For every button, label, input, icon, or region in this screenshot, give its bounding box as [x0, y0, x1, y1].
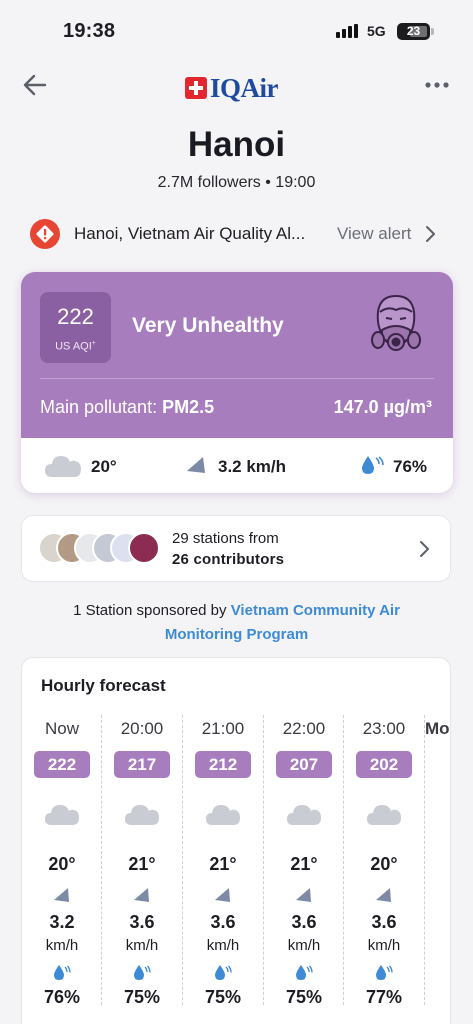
wind-icon [375, 887, 393, 903]
forecast-wind-speed: 3.6 [210, 912, 236, 932]
chevron-right-icon [418, 539, 430, 559]
forecast-humidity: 75% [204, 987, 242, 1007]
aqi-unit: US AQI+ [55, 340, 96, 353]
iqair-logo: IQAir [185, 72, 279, 104]
forecast-wind-speed: 3.6 [129, 912, 155, 932]
forecast-temperature: 21° [128, 854, 156, 874]
forecast-humidity: 76% [43, 987, 81, 1007]
humidity-icon [214, 963, 232, 981]
forecast-humidity: 75% [123, 987, 161, 1007]
forecast-wind-unit: km/h [45, 937, 79, 954]
forecast-humidity: 77% [365, 987, 403, 1007]
humidity-icon [295, 963, 313, 981]
forecast-time: 23:00 [362, 719, 406, 738]
current-wind: 3.2 km/h [218, 457, 287, 476]
cloud-icon [365, 801, 403, 827]
forecast-hour-column: 23:00 202 20° 3.6 km/h 77% [344, 715, 424, 1024]
followers-info: 2.7M followers • 19:00 [157, 174, 316, 191]
chevron-right-icon [424, 225, 436, 243]
aqi-unit-sup: + [91, 340, 96, 347]
forecast-hour-column: 21:00 212 21° 3.6 km/h 75% [183, 715, 263, 1024]
swiss-cross-icon [185, 77, 207, 99]
humidity-icon [53, 963, 71, 981]
pollutant-concentration: 147.0 µg/m³ [333, 397, 432, 417]
forecast-aqi-badge: 217 [114, 751, 170, 778]
forecast-aqi-badge: 222 [34, 751, 90, 778]
alert-icon [30, 219, 60, 249]
forecast-temperature: 21° [290, 854, 318, 874]
cloud-icon [43, 451, 83, 479]
forecast-wind-speed: 3.6 [291, 912, 317, 932]
forecast-time: 22:00 [282, 719, 326, 738]
cloud-icon [123, 801, 161, 827]
gas-mask-icon [368, 292, 424, 362]
forecast-hour-column: Now 222 20° 3.2 km/h 76% [22, 715, 102, 1024]
cloud-icon [43, 801, 81, 827]
wind-icon [214, 887, 232, 903]
wind-icon [295, 887, 313, 903]
back-arrow-icon[interactable] [20, 70, 50, 100]
cloud-icon [285, 801, 323, 827]
forecast-hour-column: 22:00 207 21° 3.6 km/h 75% [264, 715, 344, 1024]
aqi-card[interactable]: 222 US AQI+ Very Unhealthy Main pollutan… [21, 272, 453, 493]
cloud-icon [204, 801, 242, 827]
forecast-title: Hourly forecast [41, 676, 166, 695]
forecast-hour-column: 20:00 217 21° 3.6 km/h 75% [102, 715, 182, 1024]
contributor-avatars [38, 532, 160, 566]
current-temperature: 20° [91, 457, 117, 476]
current-weather: 20° 3.2 km/h 76% [21, 438, 453, 493]
forecast-aqi-badge: 212 [195, 751, 251, 778]
humidity-icon [360, 454, 384, 476]
forecast-time: 21:00 [201, 719, 245, 738]
main-pollutant: Main pollutant: PM2.5 [40, 397, 215, 417]
contributor-avatar [128, 532, 160, 564]
aqi-level-label: Very Unhealthy [132, 314, 284, 337]
wind-icon [133, 887, 151, 903]
forecast-time: Now [44, 719, 79, 738]
forecast-wind-unit: km/h [287, 937, 321, 954]
contributors-count: 26 contributors [172, 551, 285, 568]
aqi-value: 222 [57, 304, 94, 329]
current-humidity: 76% [393, 457, 428, 476]
sponsor-text: 1 Station sponsored by Vietnam Community… [40, 599, 433, 647]
hourly-forecast-card: Hourly forecast Now 222 20° 3.2 km/h 76% 20:00… [21, 657, 451, 1024]
aqi-value-box: 222 US AQI+ [40, 292, 111, 363]
forecast-next-label: Mo [425, 719, 450, 738]
forecast-temperature: 21° [209, 854, 237, 874]
city-title: Hanoi [187, 125, 286, 164]
forecast-divider [424, 715, 425, 1005]
stations-card[interactable]: 29 stations from 26 contributors [21, 515, 451, 582]
logo-text: IQAir [210, 72, 279, 103]
signal-icon [336, 24, 360, 38]
forecast-wind-speed: 3.2 [49, 912, 75, 932]
view-alert-link[interactable]: View alert [337, 224, 411, 244]
forecast-wind-unit: km/h [125, 937, 159, 954]
sponsor-prefix: 1 Station sponsored by [73, 602, 231, 619]
battery-icon: 23 [397, 23, 434, 40]
alert-text: Hanoi, Vietnam Air Quality Al... [74, 224, 306, 243]
forecast-wind-speed: 3.6 [371, 912, 397, 932]
network-label: 5G [367, 23, 386, 39]
pollutant-name: PM2.5 [162, 397, 215, 417]
forecast-aqi-badge: 202 [356, 751, 412, 778]
status-time: 19:38 [63, 20, 116, 42]
wind-icon [53, 887, 71, 903]
aqi-summary: 222 US AQI+ Very Unhealthy Main pollutan… [21, 272, 453, 438]
humidity-icon [133, 963, 151, 981]
status-bar: 19:38 5G 23 [0, 0, 473, 60]
more-dots-icon[interactable] [420, 72, 454, 98]
forecast-wind-unit: km/h [206, 937, 240, 954]
forecast-temperature: 20° [370, 854, 398, 874]
forecast-wind-unit: km/h [367, 937, 401, 954]
stations-count: 29 stations from [172, 530, 279, 547]
forecast-humidity: 75% [285, 987, 323, 1007]
forecast-time: 20:00 [120, 719, 164, 738]
humidity-icon [375, 963, 393, 981]
forecast-aqi-badge: 207 [276, 751, 332, 778]
forecast-temperature: 20° [48, 854, 76, 874]
aqi-divider [40, 378, 434, 379]
battery-level: 23 [406, 24, 421, 38]
alert-row[interactable]: Hanoi, Vietnam Air Quality Al... View al… [28, 218, 448, 250]
wind-icon [185, 456, 207, 474]
